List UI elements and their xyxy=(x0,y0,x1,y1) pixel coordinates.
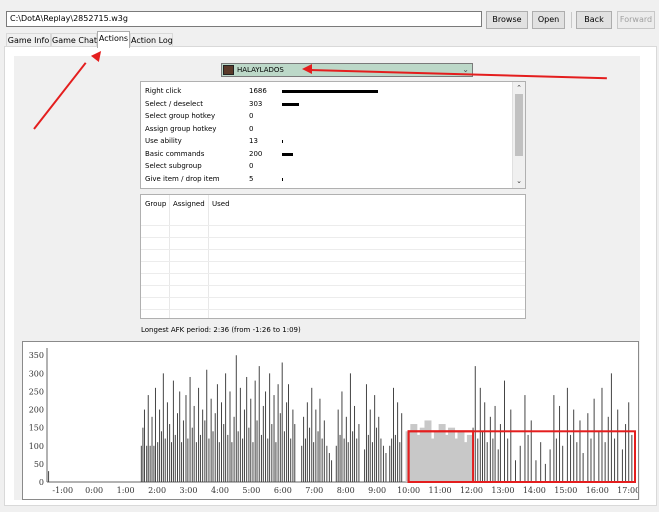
action-stat-bar xyxy=(282,90,378,93)
action-stat-name: Right click xyxy=(145,87,182,95)
action-stat-value: 0 xyxy=(249,162,254,170)
scroll-thumb[interactable] xyxy=(515,94,523,156)
action-stat-row[interactable]: Assign group hotkey 0 xyxy=(143,124,513,135)
action-stat-row[interactable]: Select / deselect 303 xyxy=(143,99,513,110)
column-header-group[interactable]: Group xyxy=(145,199,166,209)
action-stat-bar xyxy=(282,140,283,143)
action-stat-row[interactable]: Select group hotkey 0 xyxy=(143,111,513,122)
action-stat-row[interactable]: Use ability 13 xyxy=(143,136,513,147)
x-tick-label: 5:00 xyxy=(242,486,260,495)
y-tick-label: 50 xyxy=(34,460,44,469)
toolbar-separator xyxy=(571,12,572,28)
replay-path-input[interactable]: C:\DotA\Replay\2852715.w3g xyxy=(6,11,482,27)
y-tick-label: 250 xyxy=(29,387,44,396)
x-tick-label: 13:00 xyxy=(491,486,514,495)
x-tick-label: 11:00 xyxy=(429,486,452,495)
action-stat-name: Basic commands xyxy=(145,149,205,158)
action-stat-name: Select group hotkey xyxy=(145,112,216,120)
x-tick-label: 10:00 xyxy=(397,486,420,495)
action-stats-list[interactable]: Right click 1686 Select / deselect 303 Selec… xyxy=(140,81,526,189)
y-tick-label: 300 xyxy=(29,369,44,378)
afk-period-label: Longest AFK period: 2:36 (from -1:26 to … xyxy=(141,326,301,334)
column-divider xyxy=(169,195,170,318)
stats-scrollbar[interactable]: ⌃ ⌄ xyxy=(512,82,525,188)
y-tick-label: 0 xyxy=(39,478,44,487)
action-stat-value: 5 xyxy=(249,174,254,183)
x-tick-label: 0:00 xyxy=(85,486,103,495)
y-tick-label: 150 xyxy=(29,424,44,433)
x-tick-label: 14:00 xyxy=(523,486,546,495)
open-button[interactable]: Open xyxy=(532,11,565,29)
hotkey-group-table[interactable]: Group Assigned Used xyxy=(140,194,526,319)
x-tick-label: 4:00 xyxy=(211,486,229,495)
x-tick-label: 16:00 xyxy=(586,486,609,495)
action-stat-value: 0 xyxy=(249,112,254,120)
action-stat-name: Select / deselect xyxy=(145,99,203,108)
browse-button[interactable]: Browse xyxy=(486,11,528,29)
action-stat-value: 1686 xyxy=(249,87,267,95)
x-tick-label: 1:00 xyxy=(117,486,135,495)
table-row-line xyxy=(141,297,525,298)
table-row-line xyxy=(141,237,525,238)
action-stat-value: 0 xyxy=(249,124,254,133)
action-stat-name: Select subgroup xyxy=(145,162,202,170)
column-header-assigned[interactable]: Assigned xyxy=(173,199,205,209)
action-stat-name: Give item / drop item xyxy=(145,174,220,183)
y-tick-label: 200 xyxy=(29,406,44,415)
action-stat-name: Use ability xyxy=(145,137,182,145)
actions-timeline-chart: 0 50 100 150 200 250 300 350 -1:00 0:00 1:00 2:00 3:… xyxy=(22,341,640,500)
x-tick-label: 6:00 xyxy=(274,486,292,495)
tab-game-info[interactable]: Game Info xyxy=(6,33,51,47)
action-stat-value: 13 xyxy=(249,137,258,145)
table-row-line xyxy=(141,273,525,274)
action-stat-bar xyxy=(282,177,283,181)
action-stat-row[interactable]: Select subgroup 0 xyxy=(143,161,513,172)
column-divider xyxy=(208,195,209,318)
annotation-arrowhead-player xyxy=(302,64,312,74)
hero-portrait-icon xyxy=(223,65,234,75)
table-row-line xyxy=(141,249,525,250)
tab-game-chat[interactable]: Game Chat xyxy=(51,33,97,47)
back-button[interactable]: Back xyxy=(576,11,612,29)
x-tick-label: 8:00 xyxy=(337,486,355,495)
action-stat-bar xyxy=(282,102,299,106)
y-tick-label: 350 xyxy=(29,351,44,360)
y-tick-label: 100 xyxy=(29,442,44,451)
action-stat-value: 200 xyxy=(249,149,263,158)
action-stat-value: 303 xyxy=(249,99,263,108)
table-row-line xyxy=(141,225,525,226)
x-tick-label: 9:00 xyxy=(368,486,386,495)
player-name: HALAYLADOS xyxy=(237,66,284,74)
scroll-down-icon[interactable]: ⌄ xyxy=(513,176,525,186)
x-tick-label: 12:00 xyxy=(460,486,483,495)
action-stat-row[interactable]: Give item / drop item 5 xyxy=(143,174,513,185)
x-tick-label: -1:00 xyxy=(52,486,73,495)
forward-button[interactable]: Forward xyxy=(617,11,655,29)
table-row-line xyxy=(141,285,525,286)
action-stat-name: Assign group hotkey xyxy=(145,124,217,133)
chart-svg: 0 50 100 150 200 250 300 350 -1:00 0:00 1:00 2:00 3:… xyxy=(29,348,640,495)
action-stat-bar xyxy=(282,152,293,156)
x-tick-label: 17:00 xyxy=(617,486,638,495)
column-header-used[interactable]: Used xyxy=(212,199,230,209)
tab-action-log[interactable]: Action Log xyxy=(130,33,173,47)
x-tick-label: 15:00 xyxy=(554,486,577,495)
scroll-up-icon[interactable]: ⌃ xyxy=(513,83,525,93)
table-row-line xyxy=(141,309,525,310)
action-stat-row[interactable]: Basic commands 200 xyxy=(143,149,513,160)
x-tick-label: 2:00 xyxy=(148,486,166,495)
tab-actions[interactable]: Actions xyxy=(97,31,130,48)
x-tick-label: 7:00 xyxy=(305,486,323,495)
table-row-line xyxy=(141,261,525,262)
action-stat-row[interactable]: Right click 1686 xyxy=(143,86,513,97)
x-tick-label: 3:00 xyxy=(180,486,198,495)
